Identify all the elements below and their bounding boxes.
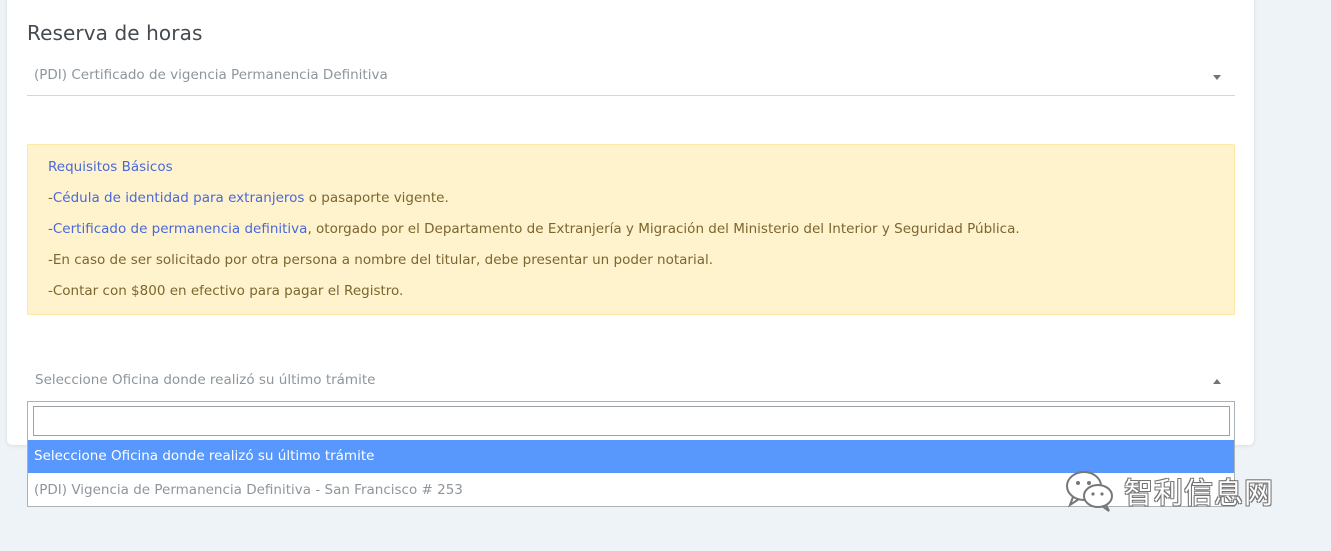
page-title: Reserva de horas xyxy=(27,21,203,45)
office-option[interactable]: (PDI) Vigencia de Permanencia Definitiva… xyxy=(28,474,1234,507)
chevron-down-icon xyxy=(1213,75,1221,80)
cedula-link[interactable]: Cédula de identidad para extranjeros xyxy=(53,190,305,206)
chevron-up-icon xyxy=(1213,379,1221,384)
requirement-item: -Certificado de permanencia definitiva, … xyxy=(48,221,1020,237)
watermark-text: 智利信息网 xyxy=(1124,476,1275,510)
certificado-link[interactable]: Certificado de permanencia definitiva xyxy=(53,221,308,237)
requirement-text: Contar con $800 en efectivo para pagar e… xyxy=(52,283,404,299)
requirement-text: En caso de ser solicitado por otra perso… xyxy=(52,252,714,268)
office-option-highlighted[interactable]: Seleccione Oficina donde realizó su últi… xyxy=(28,440,1234,473)
office-dropdown: Seleccione Oficina donde realizó su últi… xyxy=(27,401,1235,507)
requirements-header: Requisitos Básicos xyxy=(48,159,173,175)
watermark: 智利信息网 xyxy=(1064,468,1274,514)
requirement-text: o pasaporte vigente. xyxy=(304,190,449,206)
wechat-icon xyxy=(1066,471,1113,512)
office-select[interactable]: Seleccione Oficina donde realizó su últi… xyxy=(27,362,1235,401)
office-search-input[interactable] xyxy=(33,406,1230,436)
requirement-text: , otorgado por el Departamento de Extran… xyxy=(307,221,1020,237)
requirement-item: -En caso de ser solicitado por otra pers… xyxy=(48,252,713,268)
requirements-alert: Requisitos Básicos -Cédula de identidad … xyxy=(27,144,1235,315)
requirement-item: -Cédula de identidad para extranjeros o … xyxy=(48,190,449,206)
office-select-value: Seleccione Oficina donde realizó su últi… xyxy=(35,372,376,388)
requirement-item: -Contar con $800 en efectivo para pagar … xyxy=(48,283,403,299)
tramite-select[interactable]: (PDI) Certificado de vigencia Permanenci… xyxy=(27,58,1235,96)
tramite-select-value: (PDI) Certificado de vigencia Permanenci… xyxy=(34,67,388,83)
